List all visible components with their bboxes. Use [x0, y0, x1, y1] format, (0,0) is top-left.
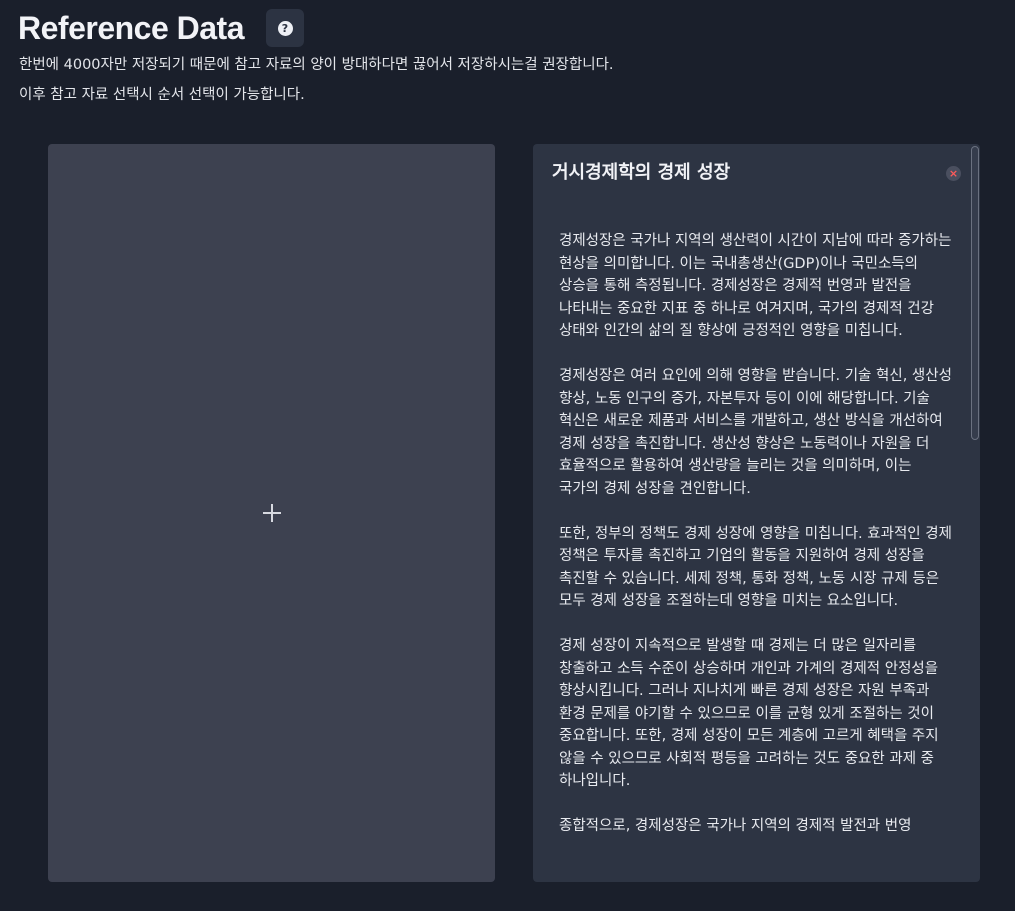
- description-line-1: 한번에 4000자만 저장되기 때문에 참고 자료의 양이 방대하다면 끊어서 …: [19, 57, 614, 73]
- reference-scrollbar[interactable]: [971, 146, 979, 440]
- reference-title: 거시경제학의 경제 성장: [552, 162, 731, 183]
- reference-paragraph: 경제성장은 국가나 지역의 생산력이 시간이 지남에 따라 증가하는 현상을 의…: [559, 233, 952, 339]
- remove-reference-button[interactable]: ×: [946, 166, 961, 181]
- add-reference-card[interactable]: [48, 144, 495, 882]
- help-icon: ?: [277, 20, 293, 36]
- help-button[interactable]: ?: [266, 9, 304, 47]
- reference-card: 거시경제학의 경제 성장 × 경제성장은 국가나 지역의 생산력이 시간이 지남…: [533, 144, 980, 882]
- reference-content: 경제성장은 국가나 지역의 생산력이 시간이 지남에 따라 증가하는 현상을 의…: [559, 230, 955, 860]
- reference-paragraph: 경제성장은 여러 요인에 의해 영향을 받습니다. 기술 혁신, 생산성 향상,…: [559, 368, 952, 497]
- page-title: Reference Data: [18, 10, 245, 46]
- close-icon: ×: [948, 167, 959, 180]
- reference-paragraph: 또한, 정부의 정책도 경제 성장에 영향을 미칩니다. 효과적인 경제 정책은…: [559, 525, 952, 610]
- reference-paragraph: 경제 성장이 지속적으로 발생할 때 경제는 더 많은 일자리를 창출하고 소득…: [559, 638, 939, 789]
- plus-icon: [262, 504, 281, 522]
- description-line-2: 이후 참고 자료 선택시 순서 선택이 가능합니다.: [19, 87, 305, 103]
- reference-paragraph: 종합적으로, 경제성장은 국가나 지역의 경제적 발전과 번영: [559, 818, 912, 834]
- page-header: Reference Data ?: [18, 8, 304, 48]
